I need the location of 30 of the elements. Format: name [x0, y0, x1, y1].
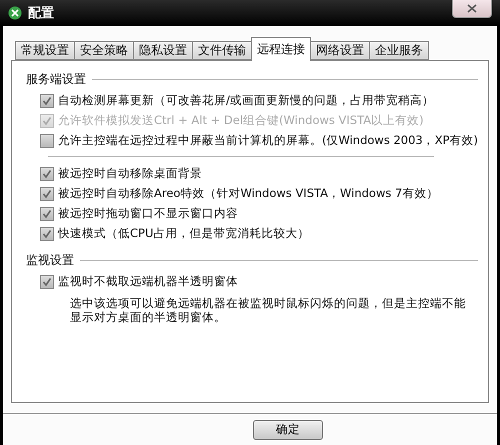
- checkbox-label: 快速模式（低CPU占用，但是带宽消耗比较大）: [58, 226, 310, 241]
- close-button[interactable]: [452, 0, 492, 18]
- checkbox[interactable]: [40, 274, 54, 288]
- checkbox-label: 被远控时拖动窗口不显示窗口内容: [58, 206, 238, 221]
- tab[interactable]: 企业服务: [369, 41, 429, 60]
- tab[interactable]: 隐私设置: [133, 41, 193, 60]
- section-title: 服务端设置: [26, 71, 86, 88]
- checkbox[interactable]: [40, 226, 54, 240]
- checkbox-label: 允许主控端在远控过程中屏蔽当前计算机的屏幕。(仅Windows 2003，XP有效): [58, 133, 478, 148]
- app-icon: [8, 6, 22, 20]
- tab[interactable]: 安全策略: [74, 41, 134, 60]
- option-description: 选中该选项可以避免远端机器在被监视时鼠标闪烁的问题，但是主控端不能显示对方桌面的半透明窗体。: [70, 296, 467, 324]
- checkbox-label: 被远控时自动移除桌面背景: [58, 166, 202, 181]
- checkbox[interactable]: [40, 206, 54, 220]
- tab[interactable]: 网络设置: [310, 41, 370, 60]
- checkbox-label: 自动检测屏幕更新（可改善花屏/或画面更新慢的问题，占用带宽稍高）: [58, 93, 434, 108]
- close-icon: [467, 4, 477, 13]
- tab[interactable]: 文件传输: [192, 41, 252, 60]
- ok-button[interactable]: 确定: [253, 420, 323, 440]
- checkbox[interactable]: [40, 186, 54, 200]
- checkbox[interactable]: [40, 134, 54, 148]
- tab[interactable]: 常规设置: [15, 41, 75, 60]
- checkbox-label: 被远控时自动移除Areo特效（针对Windows VISTA，Windows 7有效）: [58, 186, 438, 201]
- checkbox[interactable]: [40, 94, 54, 108]
- checkbox-label: 监视时不截取远端机器半透明窗体: [58, 274, 238, 289]
- window-title: 配置: [28, 5, 54, 22]
- checkbox-label: 允许软件模拟发送Ctrl + Alt + Del组合键(Windows VISTA以上有效): [58, 113, 424, 128]
- checkbox[interactable]: [40, 166, 54, 180]
- section-title: 监视设置: [26, 252, 74, 269]
- tab[interactable]: 远程连接: [251, 37, 311, 61]
